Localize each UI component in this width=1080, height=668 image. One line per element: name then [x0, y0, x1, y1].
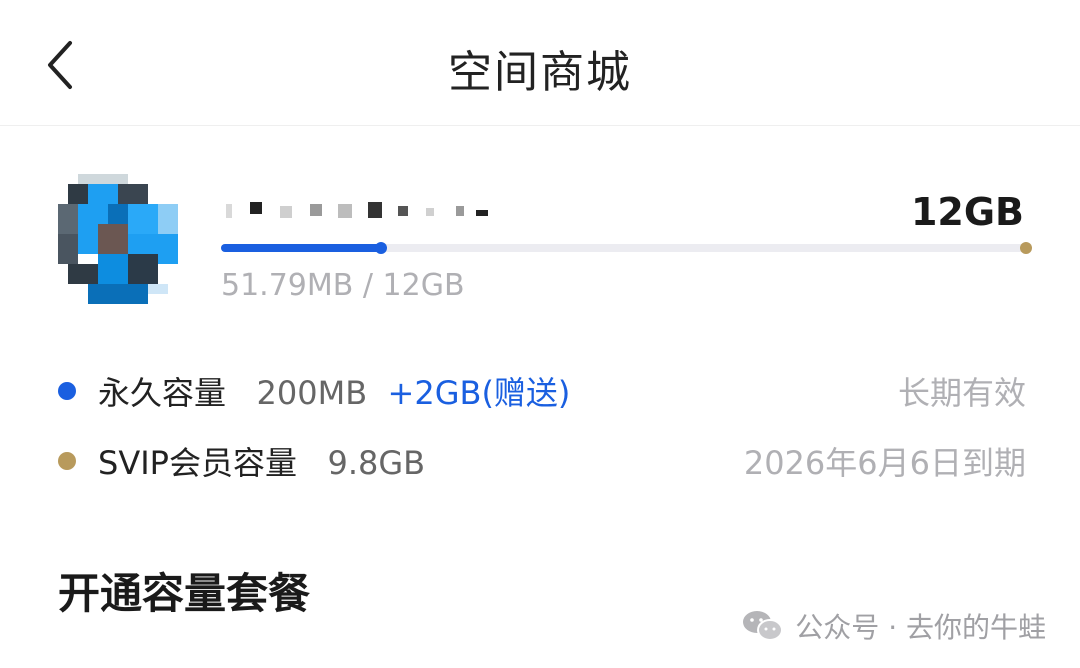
capacity-expiry: 长期有效 — [897, 374, 1026, 412]
capacity-name: SVIP会员容量 — [98, 444, 297, 482]
permanent-dot — [58, 382, 76, 400]
header: 空间商城 — [0, 0, 1080, 126]
capacity-amount: 200MB — [256, 374, 368, 412]
svip-marker — [1020, 242, 1032, 254]
wechat-icon — [743, 611, 784, 641]
watermark-text: 公众号 · 去你的牛蛙 — [795, 611, 1046, 644]
storage-bar — [221, 242, 1032, 254]
storage-bar-permanent-fill — [221, 244, 382, 252]
capacity-row-svip: SVIP会员容量 9.8GB 2026年6月6日到期 — [58, 436, 1026, 486]
page-title: 空间商城 — [448, 47, 632, 98]
capacity-gift: +2GB(赠送) — [387, 374, 571, 412]
usage-text: 51.79MB / 12GB — [221, 268, 465, 303]
watermark: 公众号 · 去你的牛蛙 — [741, 606, 1046, 646]
username-redacted — [220, 192, 520, 228]
total-capacity: 12GB — [910, 190, 1024, 234]
capacity-expiry: 2026年6月6日到期 — [743, 444, 1026, 482]
capacity-row-permanent: 永久容量 200MB +2GB(赠送) 长期有效 — [58, 366, 1026, 416]
capacity-name: 永久容量 — [98, 374, 227, 412]
page: 空间商城 12GB 51.79MB / 12GB 永久容量 200MB +2GB… — [0, 0, 1080, 668]
svip-dot — [58, 452, 76, 470]
avatar[interactable] — [58, 174, 188, 304]
permanent-marker — [375, 242, 388, 254]
section-title: 开通容量套餐 — [58, 569, 311, 618]
capacity-amount: 9.8GB — [327, 444, 426, 482]
